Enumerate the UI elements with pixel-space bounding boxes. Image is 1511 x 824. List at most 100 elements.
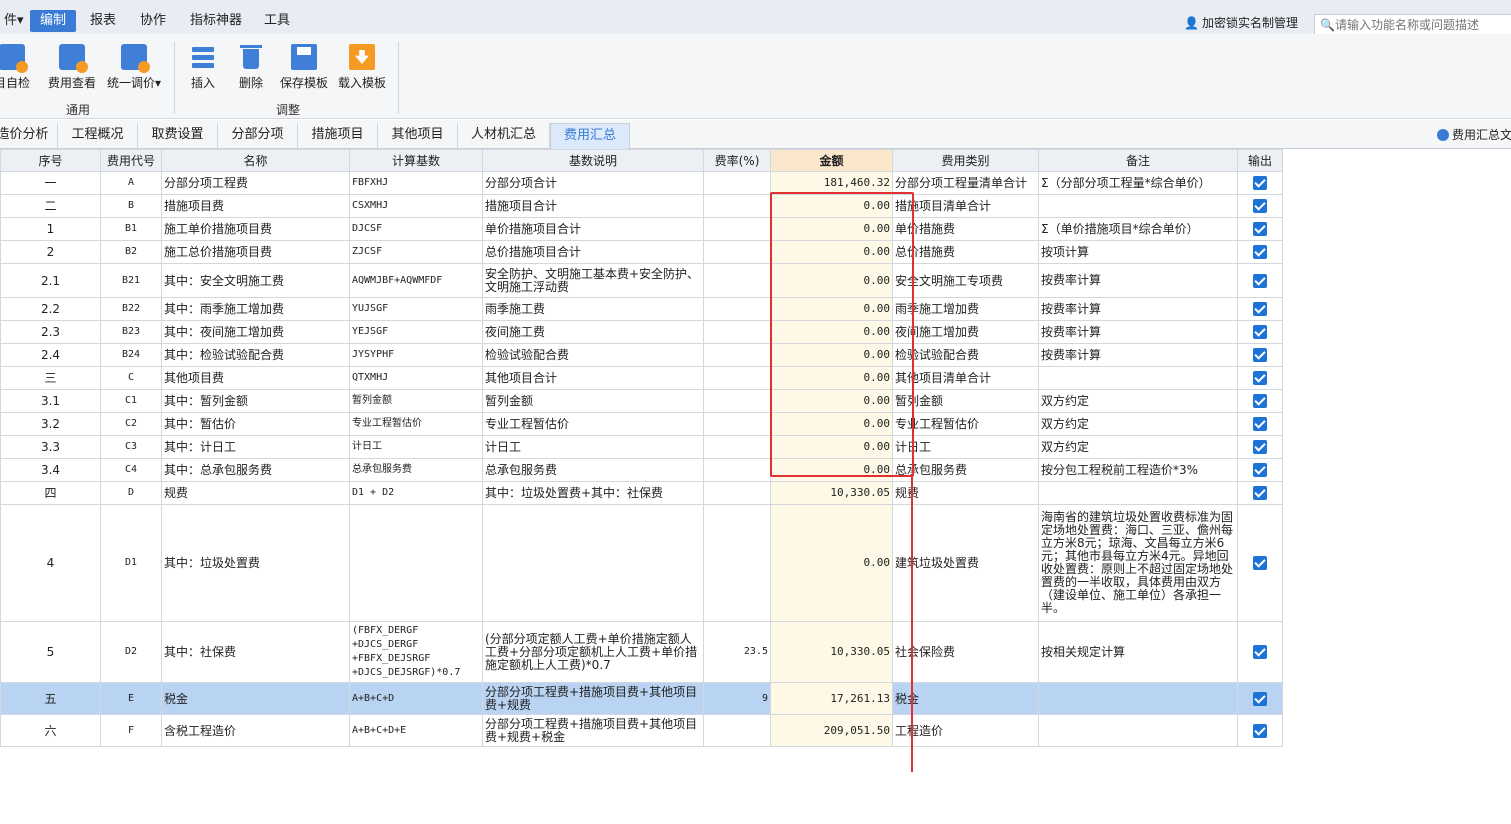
header-rate[interactable]: 费率(%) (703, 149, 771, 172)
cell-base[interactable]: DJCSF (349, 217, 483, 241)
cell-name[interactable]: 施工总价措施项目费 (161, 240, 350, 264)
cell-amount[interactable]: 0.00 (770, 297, 893, 321)
cell-code[interactable]: D (100, 481, 162, 505)
cell-category[interactable]: 总承包服务费 (892, 458, 1039, 482)
table-row[interactable]: 六 F 含税工程造价 A+B+C+D+E 分部分项工程费+措施项目费+其他项目费+规费+… (0, 714, 1283, 747)
tab-sub-items[interactable]: 分部分项 (218, 123, 298, 149)
cell-category[interactable]: 雨季施工增加费 (892, 297, 1039, 321)
cell-note[interactable]: 按项计算 (1038, 240, 1238, 264)
cell-rate[interactable] (703, 217, 771, 241)
cell-seq[interactable]: 2.4 (0, 343, 101, 367)
header-name[interactable]: 名称 (161, 149, 350, 172)
cell-name[interactable]: 其中：夜间施工增加费 (161, 320, 350, 344)
tab-measures[interactable]: 措施项目 (298, 123, 378, 149)
cell-rate[interactable] (703, 263, 771, 298)
cell-category[interactable]: 税金 (892, 682, 1039, 715)
tab-fee-settings[interactable]: 取费设置 (138, 123, 218, 149)
cell-base[interactable]: FBFXHJ (349, 171, 483, 195)
cell-base[interactable]: 暂列金额 (349, 389, 483, 413)
fee-summary-link[interactable]: 费用汇总文 (1437, 126, 1511, 143)
cell-seq[interactable]: 四 (0, 481, 101, 505)
table-row[interactable]: 2.2 B22 其中：雨季施工增加费 YUJSGF 雨季施工费 0.00 雨季施工增加费 按费… (0, 297, 1283, 321)
cell-note[interactable] (1038, 366, 1238, 390)
cell-base[interactable]: ZJCSF (349, 240, 483, 264)
cell-note[interactable] (1038, 481, 1238, 505)
cell-name[interactable]: 税金 (161, 682, 350, 715)
cell-name[interactable]: 其他项目费 (161, 366, 350, 390)
table-row[interactable]: 四 D 规费 D1 + D2 其中：垃圾处置费+其中：社保费 10,330.05 规费 (0, 481, 1283, 505)
cell-amount[interactable]: 10,330.05 (770, 621, 893, 683)
output-checkbox[interactable] (1253, 645, 1267, 660)
cell-seq[interactable]: 3.1 (0, 389, 101, 413)
cell-amount[interactable]: 209,051.50 (770, 714, 893, 747)
cell-amount[interactable]: 0.00 (770, 217, 893, 241)
cell-amount[interactable]: 0.00 (770, 435, 893, 459)
cell-code[interactable]: E (100, 682, 162, 715)
cell-amount[interactable]: 0.00 (770, 263, 893, 298)
cell-code[interactable]: F (100, 714, 162, 747)
cell-note[interactable] (1038, 682, 1238, 715)
cell-seq[interactable]: 3.4 (0, 458, 101, 482)
cell-code[interactable]: B23 (100, 320, 162, 344)
cell-code[interactable]: D1 (100, 504, 162, 622)
cell-amount[interactable]: 0.00 (770, 504, 893, 622)
search-box[interactable]: 🔍 (1314, 14, 1511, 36)
cell-amount[interactable]: 0.00 (770, 194, 893, 218)
cell-rate[interactable]: 9 (703, 682, 771, 715)
cell-rate[interactable] (703, 458, 771, 482)
table-row[interactable]: 一 A 分部分项工程费 FBFXHJ 分部分项合计 181,460.32 分部分项工程量清单… (0, 171, 1283, 195)
cell-category[interactable]: 夜间施工增加费 (892, 320, 1039, 344)
cell-amount[interactable]: 17,261.13 (770, 682, 893, 715)
cell-seq[interactable]: 一 (0, 171, 101, 195)
header-amount[interactable]: 金额 (770, 149, 893, 172)
menu-tools[interactable]: 工具 (254, 10, 300, 32)
cell-code[interactable]: C3 (100, 435, 162, 459)
output-checkbox[interactable] (1253, 222, 1267, 237)
cell-note[interactable]: 按相关规定计算 (1038, 621, 1238, 683)
save-template-button[interactable]: 保存模板 (280, 44, 328, 91)
cell-name[interactable]: 其中：安全文明施工费 (161, 263, 350, 298)
cell-code[interactable]: C4 (100, 458, 162, 482)
cell-amount[interactable]: 0.00 (770, 320, 893, 344)
header-base[interactable]: 计算基数 (349, 149, 483, 172)
menu-report[interactable]: 报表 (80, 10, 126, 32)
cell-desc[interactable]: 单价措施项目合计 (482, 217, 704, 241)
tab-other-items[interactable]: 其他项目 (378, 123, 458, 149)
delete-button[interactable]: 删除 (238, 44, 264, 91)
output-checkbox[interactable] (1253, 417, 1267, 432)
adjust-price-button[interactable]: 统一调价▾ (107, 44, 161, 91)
output-checkbox[interactable] (1253, 273, 1267, 288)
output-checkbox[interactable] (1253, 176, 1267, 191)
table-row[interactable]: 3.2 C2 其中：暂估价 专业工程暂估价 专业工程暂估价 0.00 专业工程暂估价 双方约定 (0, 412, 1283, 436)
cell-name[interactable]: 分部分项工程费 (161, 171, 350, 195)
tab-project-overview[interactable]: 工程概况 (58, 123, 138, 149)
header-category[interactable]: 费用类别 (892, 149, 1039, 172)
output-checkbox[interactable] (1253, 325, 1267, 340)
cell-code[interactable]: C2 (100, 412, 162, 436)
cell-category[interactable]: 暂列金额 (892, 389, 1039, 413)
table-row[interactable]: 三 C 其他项目费 QTXMHJ 其他项目合计 0.00 其他项目清单合计 (0, 366, 1283, 390)
cell-note[interactable]: 按费率计算 (1038, 263, 1238, 298)
cell-rate[interactable]: 23.5 (703, 621, 771, 683)
cell-seq[interactable]: 2.3 (0, 320, 101, 344)
cell-rate[interactable] (703, 297, 771, 321)
table-row[interactable]: 二 B 措施项目费 CSXMHJ 措施项目合计 0.00 措施项目清单合计 (0, 194, 1283, 218)
output-checkbox[interactable] (1253, 199, 1267, 214)
table-row[interactable]: 2.4 B24 其中：检验试验配合费 JYSYPHF 检验试验配合费 0.00 检验试验配合… (0, 343, 1283, 367)
cell-note[interactable]: Σ（单价措施项目*综合单价） (1038, 217, 1238, 241)
cell-rate[interactable] (703, 481, 771, 505)
cell-code[interactable]: B21 (100, 263, 162, 298)
cell-desc[interactable]: 夜间施工费 (482, 320, 704, 344)
cell-name[interactable]: 施工单价措施项目费 (161, 217, 350, 241)
cell-rate[interactable] (703, 412, 771, 436)
cell-desc[interactable]: (分部分项定额人工费+单价措施定额人工费+分部分项定额机上人工费+单价措施定额机… (482, 621, 704, 683)
menu-file[interactable]: 件▾ (0, 10, 34, 32)
cell-note[interactable]: 双方约定 (1038, 435, 1238, 459)
cell-category[interactable]: 其他项目清单合计 (892, 366, 1039, 390)
cell-note[interactable]: 按费率计算 (1038, 343, 1238, 367)
header-output[interactable]: 输出 (1237, 149, 1283, 172)
header-seq[interactable]: 序号 (0, 149, 101, 172)
cell-base[interactable]: YEJSGF (349, 320, 483, 344)
cell-name[interactable]: 其中：垃圾处置费 (161, 504, 350, 622)
cell-amount[interactable]: 0.00 (770, 343, 893, 367)
